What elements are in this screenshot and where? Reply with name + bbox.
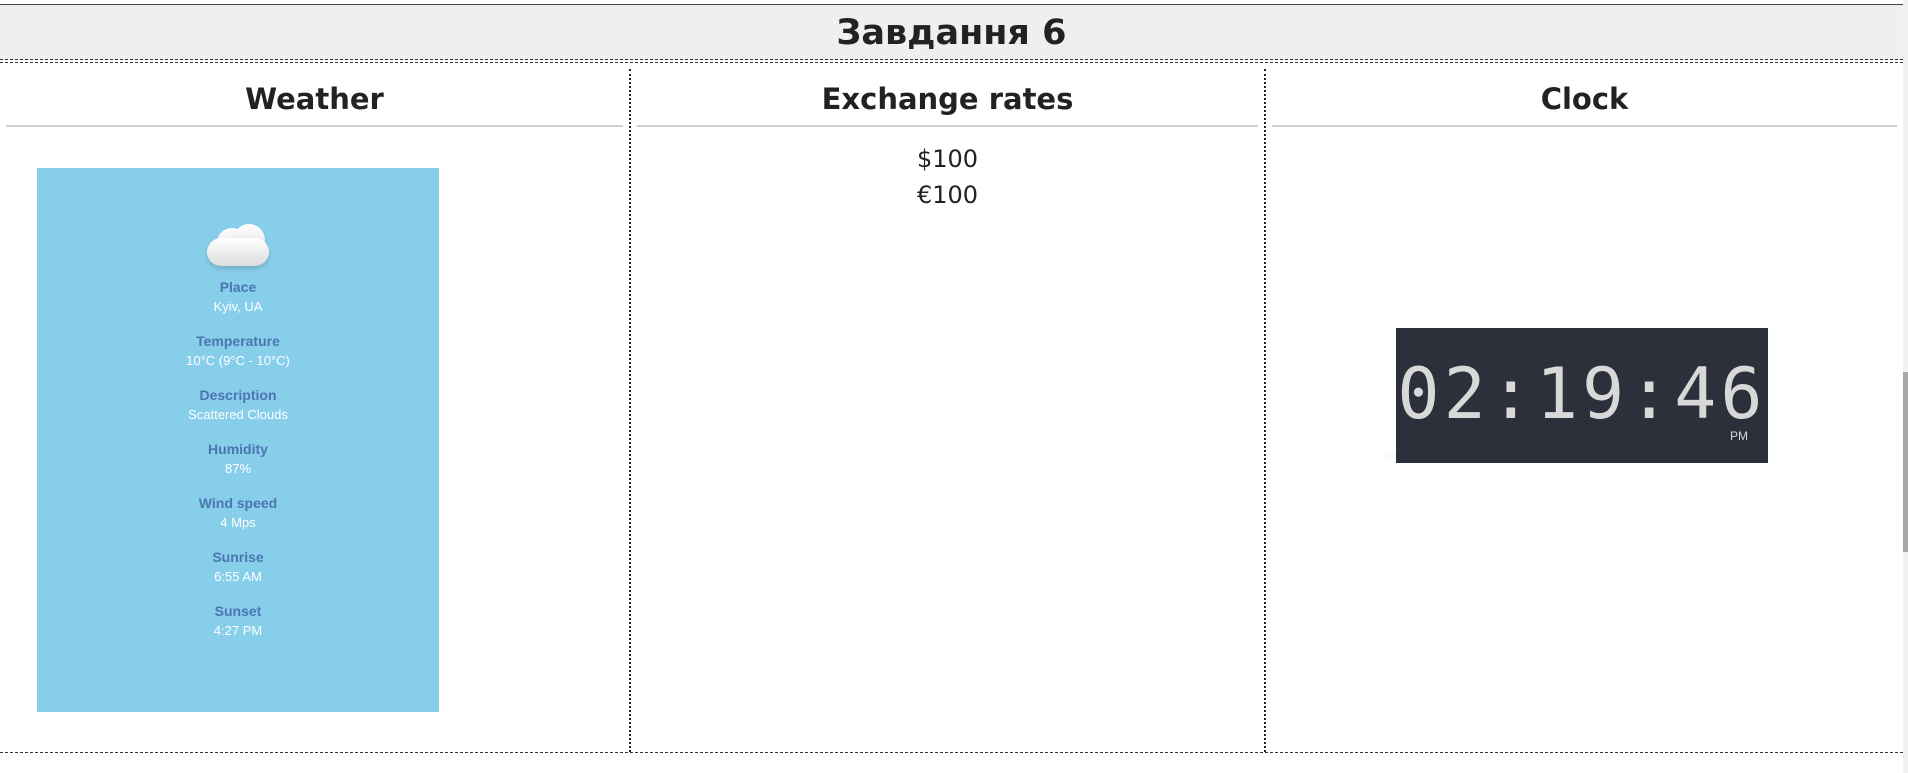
exchange-rates-column: Exchange rates $100 €100	[631, 69, 1266, 752]
digital-clock: 02:19:46 PM	[1396, 328, 1768, 463]
scrollbar-thumb[interactable]	[1903, 372, 1908, 552]
weather-label: Sunset	[214, 603, 262, 619]
weather-value: 10°C (9°C - 10°C)	[186, 353, 290, 368]
task-header-divider	[0, 62, 1903, 63]
clock-ampm: PM	[1730, 429, 1748, 443]
weather-label: Temperature	[196, 333, 280, 349]
clock-time: 02:19:46	[1397, 353, 1767, 435]
weather-value: 6:55 AM	[214, 569, 262, 584]
weather-field-description: Description Scattered Clouds	[37, 386, 439, 425]
clock-column: Clock 02:19:46 PM	[1266, 69, 1903, 752]
weather-value: 4 Mps	[220, 515, 256, 530]
clock-title: Clock	[1272, 69, 1897, 127]
weather-value: Kyiv, UA	[213, 299, 263, 314]
weather-value: 87%	[224, 461, 252, 476]
weather-card: Place Kyiv, UA Temperature 10°C (9°C - 1…	[37, 168, 439, 712]
page: Завдання 6 Weather Place Kyiv, UA Temper…	[0, 0, 1908, 773]
weather-label: Description	[199, 387, 277, 403]
weather-label: Sunrise	[212, 549, 264, 565]
weather-field-place: Place Kyiv, UA	[37, 278, 439, 317]
task-title: Завдання 6	[836, 13, 1067, 53]
cloud-icon	[203, 224, 273, 268]
widgets-row: Weather Place Kyiv, UA Temperature 10°C …	[0, 69, 1903, 753]
page-scrollbar[interactable]	[1903, 0, 1908, 773]
weather-value: Scattered Clouds	[188, 407, 288, 422]
weather-field-sunset: Sunset 4:27 PM	[37, 602, 439, 641]
exchange-rates-title: Exchange rates	[637, 69, 1258, 127]
weather-value: 4:27 PM	[213, 623, 263, 638]
task-header: Завдання 6	[0, 4, 1903, 60]
weather-field-wind-speed: Wind speed 4 Mps	[37, 494, 439, 533]
rates-list: $100 €100	[631, 141, 1264, 213]
weather-label: Humidity	[208, 441, 268, 457]
weather-title: Weather	[6, 69, 623, 127]
rate-eur: €100	[916, 181, 979, 209]
weather-field-sunrise: Sunrise 6:55 AM	[37, 548, 439, 587]
weather-field-humidity: Humidity 87%	[37, 440, 439, 479]
weather-field-temperature: Temperature 10°C (9°C - 10°C)	[37, 332, 439, 371]
weather-label: Place	[219, 279, 257, 295]
rate-usd: $100	[916, 145, 979, 173]
weather-label: Wind speed	[198, 495, 278, 511]
weather-column: Weather Place Kyiv, UA Temperature 10°C …	[0, 69, 631, 752]
